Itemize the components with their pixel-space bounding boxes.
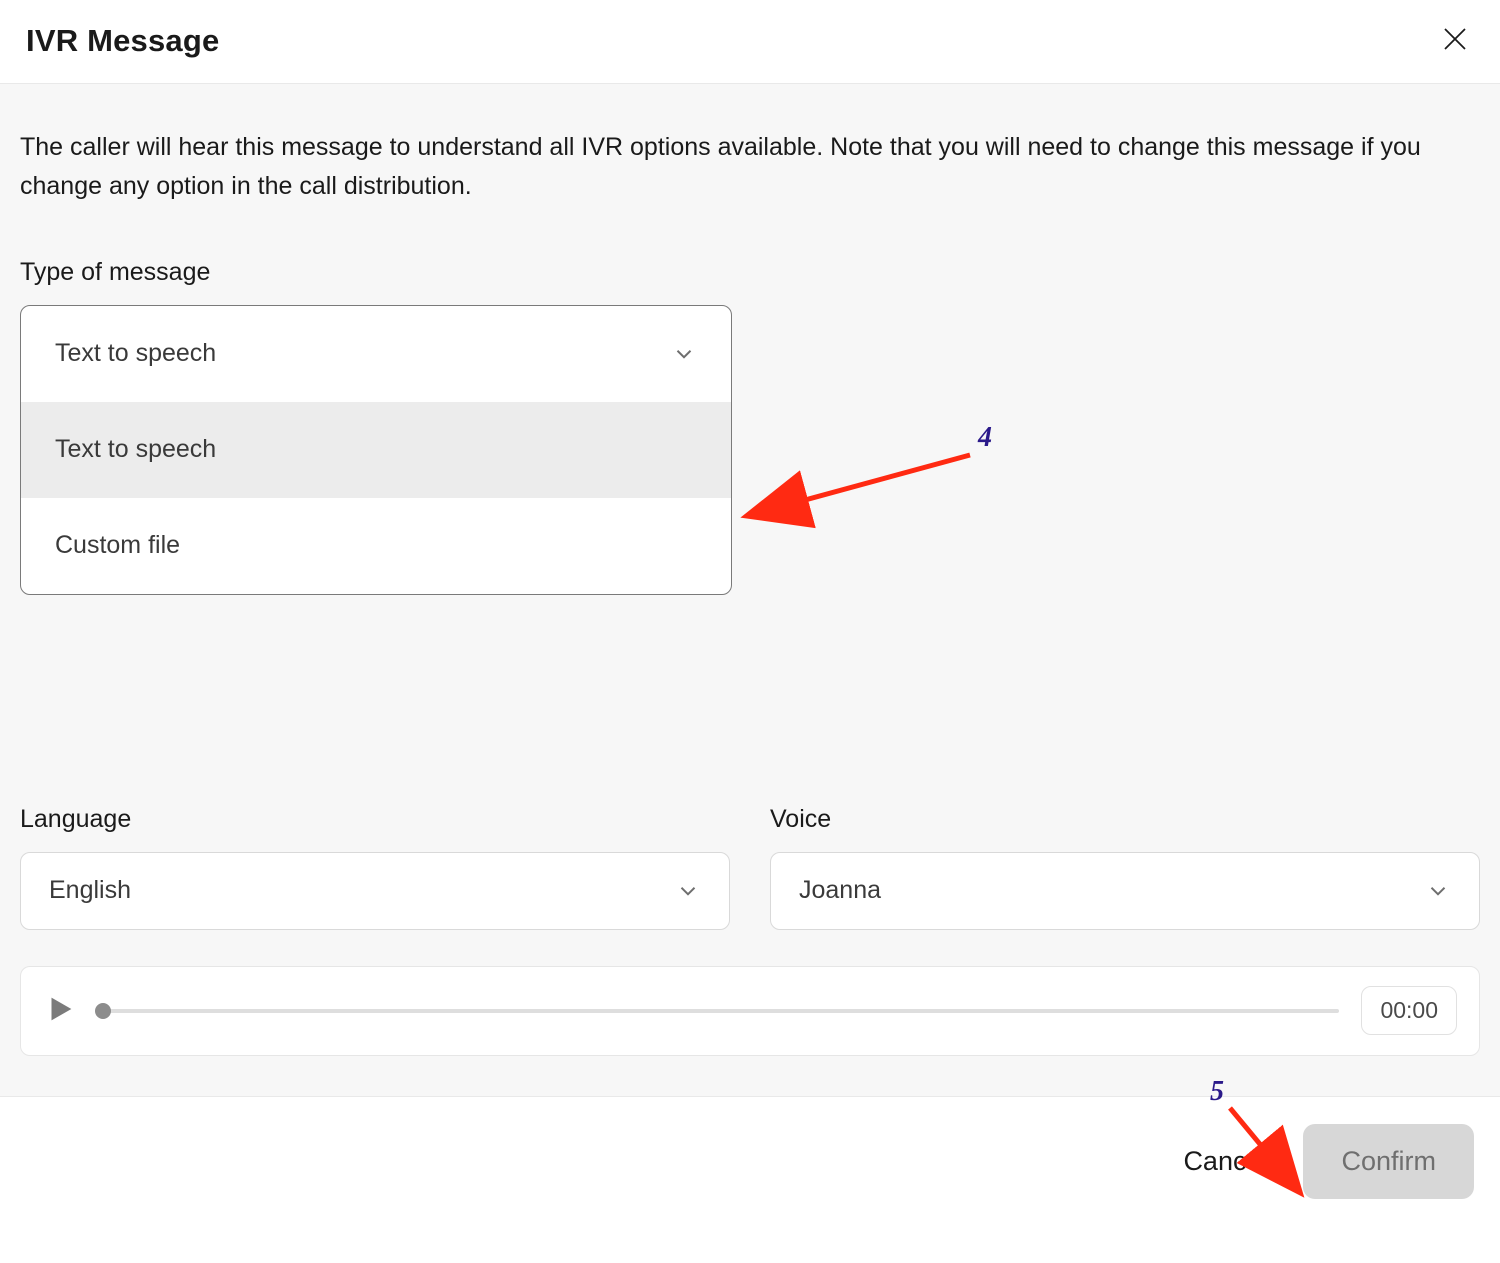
type-of-message-selected[interactable]: Text to speech <box>21 306 731 402</box>
chevron-down-icon <box>675 878 701 904</box>
voice-select[interactable]: Joanna <box>770 852 1480 930</box>
modal-header: IVR Message <box>0 0 1500 84</box>
type-option-label: Text to speech <box>55 435 216 464</box>
modal-body: The caller will hear this message to und… <box>0 84 1500 1096</box>
type-of-message-label: Type of message <box>20 258 1480 287</box>
chevron-down-icon <box>1425 878 1451 904</box>
type-option-text-to-speech[interactable]: Text to speech <box>21 402 731 498</box>
type-of-message-dropdown[interactable]: Text to speech Text to speech Custom fil… <box>20 305 732 595</box>
chevron-down-icon <box>671 341 697 367</box>
description-text: The caller will hear this message to und… <box>20 128 1440 206</box>
play-icon <box>43 992 77 1026</box>
seek-track[interactable] <box>99 1007 1339 1015</box>
cancel-button[interactable]: Cancel <box>1183 1146 1267 1177</box>
close-button[interactable] <box>1436 20 1474 61</box>
language-select[interactable]: English <box>20 852 730 930</box>
type-option-custom-file[interactable]: Custom file <box>21 498 731 594</box>
language-value: English <box>49 876 131 905</box>
type-of-message-selected-text: Text to speech <box>55 339 216 368</box>
seek-thumb[interactable] <box>95 1003 111 1019</box>
voice-value: Joanna <box>799 876 881 905</box>
modal-footer: Cancel Confirm <box>0 1096 1500 1226</box>
voice-label: Voice <box>770 805 1480 834</box>
seek-track-line <box>99 1009 1339 1013</box>
time-display: 00:00 <box>1361 986 1457 1035</box>
confirm-button[interactable]: Confirm <box>1303 1124 1474 1199</box>
modal-title: IVR Message <box>26 23 219 59</box>
type-option-label: Custom file <box>55 531 180 560</box>
close-icon <box>1440 24 1470 54</box>
audio-player: 00:00 <box>20 966 1480 1056</box>
play-button[interactable] <box>43 992 77 1029</box>
language-label: Language <box>20 805 730 834</box>
